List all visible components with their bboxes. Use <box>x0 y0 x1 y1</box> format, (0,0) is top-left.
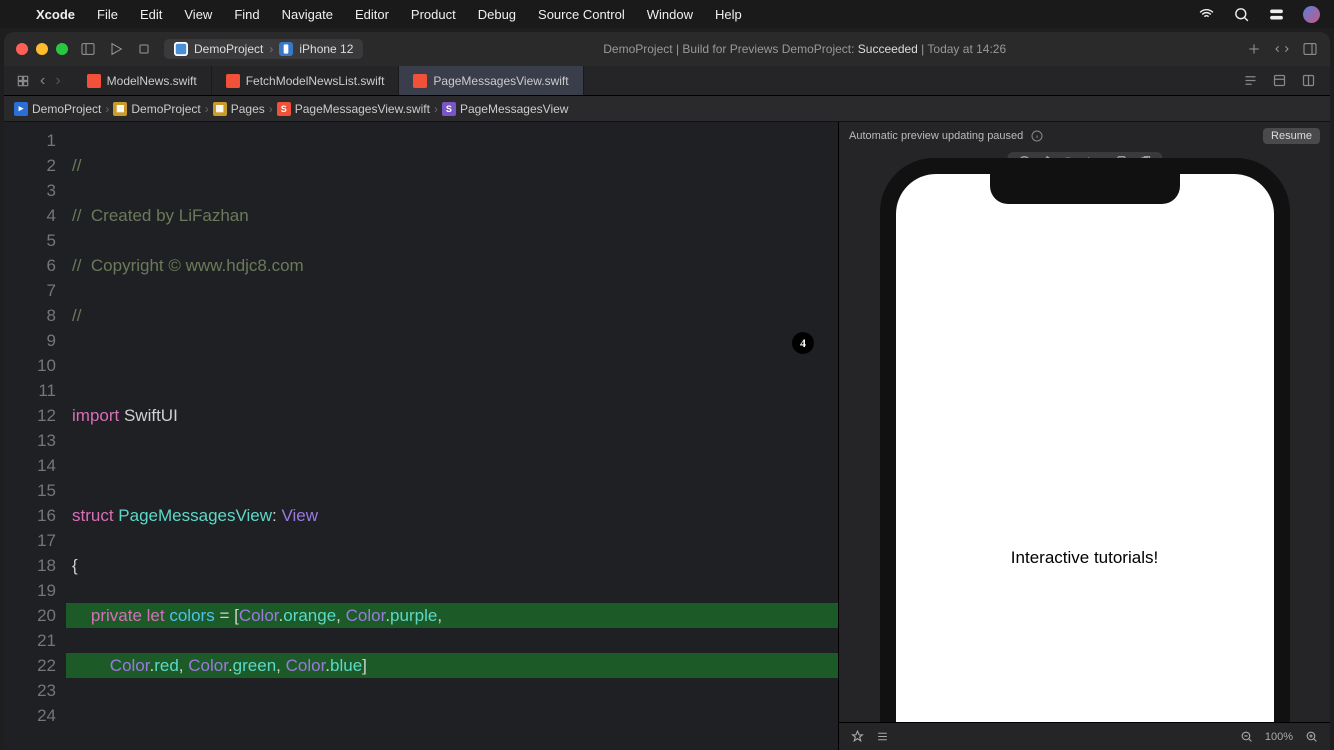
tab-label: FetchModelNewsList.swift <box>246 74 385 88</box>
xcode-toolbar: DemoProject › iPhone 12 DemoProject | Bu… <box>4 32 1330 66</box>
menu-product[interactable]: Product <box>411 7 456 22</box>
iphone-screen: Interactive tutorials! <box>896 174 1274 722</box>
tab-modelnews[interactable]: ModelNews.swift <box>73 66 212 95</box>
minimize-window-button[interactable] <box>36 43 48 55</box>
nav-back-button[interactable]: ‹ <box>40 72 45 90</box>
inspector-toggle-icon[interactable] <box>1302 41 1318 57</box>
tab-label: ModelNews.swift <box>107 74 197 88</box>
scheme-selector[interactable]: DemoProject › iPhone 12 <box>164 39 363 59</box>
editor-tabbar: ‹ › ModelNews.swift FetchModelNewsList.s… <box>4 66 1330 96</box>
code-area[interactable]: // // Created by LiFazhan // Copyright ©… <box>66 122 838 750</box>
close-window-button[interactable] <box>16 43 28 55</box>
tab-label: PageMessagesView.swift <box>433 74 568 88</box>
tab-pagemessagesview[interactable]: PageMessagesView.swift <box>399 66 583 95</box>
menu-source-control[interactable]: Source Control <box>538 7 625 22</box>
line-gutter: 123456789101112131415161718192021222324 <box>4 122 66 750</box>
code-review-icon[interactable] <box>1274 41 1290 57</box>
window-controls <box>16 43 68 55</box>
related-items-icon[interactable] <box>16 74 30 88</box>
scheme-project-label: DemoProject <box>194 42 263 56</box>
app-target-icon <box>174 42 188 56</box>
device-icon <box>279 42 293 56</box>
swift-file-icon: S <box>277 102 291 116</box>
swift-file-icon <box>226 74 240 88</box>
zoom-out-icon[interactable] <box>1240 730 1253 743</box>
run-button-icon[interactable] <box>108 41 124 57</box>
change-count-badge: 4 <box>792 332 814 354</box>
nav-forward-button[interactable]: › <box>55 72 60 90</box>
add-tab-icon[interactable] <box>1246 41 1262 57</box>
preview-header: Automatic preview updating paused Resume <box>839 122 1330 150</box>
project-icon: ▸ <box>14 102 28 116</box>
canvas-preview: Automatic preview updating paused Resume… <box>838 122 1330 750</box>
siri-icon[interactable] <box>1303 6 1320 23</box>
minimap-icon[interactable] <box>1243 73 1258 88</box>
wifi-icon[interactable] <box>1198 6 1215 23</box>
device-canvas[interactable]: Preview Interactive tutorials! <box>839 150 1330 722</box>
macos-menubar: Xcode File Edit View Find Navigate Edito… <box>0 0 1334 28</box>
swift-file-icon <box>413 74 427 88</box>
zoom-level[interactable]: 100% <box>1265 731 1293 743</box>
menu-view[interactable]: View <box>184 7 212 22</box>
folder-icon: ▦ <box>213 102 227 116</box>
app-menu[interactable]: Xcode <box>36 7 75 22</box>
breadcrumb-item[interactable]: DemoProject <box>32 102 101 116</box>
breadcrumb-item[interactable]: Pages <box>231 102 265 116</box>
add-editor-icon[interactable] <box>1301 73 1316 88</box>
menu-edit[interactable]: Edit <box>140 7 162 22</box>
struct-icon: S <box>442 102 456 116</box>
preview-footer: 100% <box>839 722 1330 750</box>
menu-window[interactable]: Window <box>647 7 693 22</box>
search-icon[interactable] <box>1233 6 1250 23</box>
folder-icon: ▦ <box>113 102 127 116</box>
main-split: 123456789101112131415161718192021222324 … <box>4 122 1330 750</box>
menu-file[interactable]: File <box>97 7 118 22</box>
tab-fetchmodelnewslist[interactable]: FetchModelNewsList.swift <box>212 66 400 95</box>
source-editor[interactable]: 123456789101112131415161718192021222324 … <box>4 122 838 750</box>
preview-content-text: Interactive tutorials! <box>896 174 1274 722</box>
preview-status-label: Automatic preview updating paused <box>849 130 1023 142</box>
adjust-editor-icon[interactable] <box>1272 73 1287 88</box>
menu-navigate[interactable]: Navigate <box>282 7 333 22</box>
breadcrumb[interactable]: ▸ DemoProject› ▦ DemoProject› ▦ Pages› S… <box>4 96 1330 122</box>
breadcrumb-item[interactable]: DemoProject <box>131 102 200 116</box>
zoom-in-icon[interactable] <box>1305 730 1318 743</box>
navigator-toggle-icon[interactable] <box>80 41 96 57</box>
breadcrumb-item[interactable]: PageMessagesView <box>460 102 569 116</box>
resume-button[interactable]: Resume <box>1263 128 1320 144</box>
control-center-icon[interactable] <box>1268 6 1285 23</box>
menu-debug[interactable]: Debug <box>478 7 516 22</box>
breadcrumb-item[interactable]: PageMessagesView.swift <box>295 102 430 116</box>
stop-button-icon[interactable] <box>136 41 152 57</box>
menu-editor[interactable]: Editor <box>355 7 389 22</box>
scheme-device-label: iPhone 12 <box>299 42 353 56</box>
build-status: DemoProject | Build for Previews DemoPro… <box>375 42 1234 56</box>
swift-file-icon <box>87 74 101 88</box>
zoom-window-button[interactable] <box>56 43 68 55</box>
preview-list-icon[interactable] <box>876 730 889 743</box>
menu-help[interactable]: Help <box>715 7 742 22</box>
xcode-window: DemoProject › iPhone 12 DemoProject | Bu… <box>4 32 1330 750</box>
pin-icon[interactable] <box>851 730 864 743</box>
menu-find[interactable]: Find <box>234 7 259 22</box>
info-icon[interactable] <box>1031 130 1043 142</box>
iphone-frame: Interactive tutorials! <box>880 158 1290 722</box>
